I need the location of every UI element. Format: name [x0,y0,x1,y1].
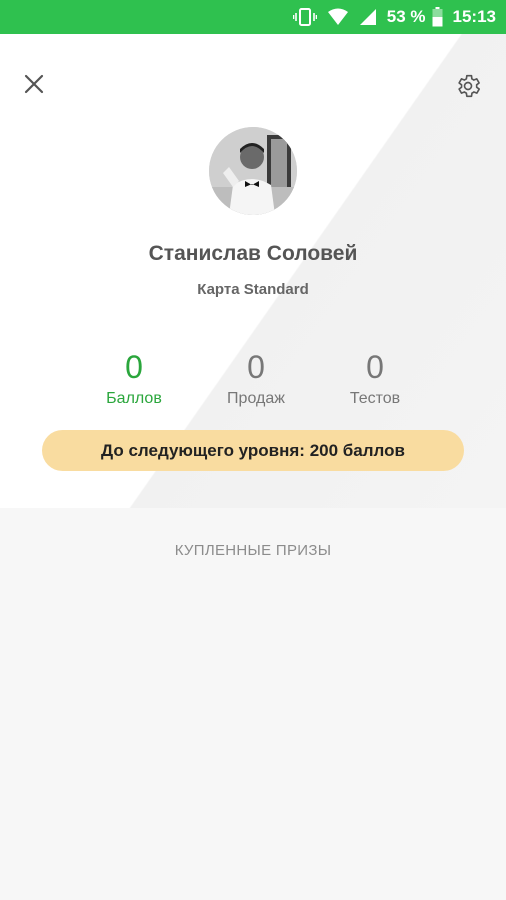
vibrate-icon [292,8,317,26]
stat-value: 0 [125,349,143,385]
card-type: Карта Standard [197,281,309,298]
stat-sales: 0 Продаж [196,348,316,408]
stat-label: Продаж [227,390,285,407]
stat-points: 0 Баллов [74,348,194,408]
avatar[interactable] [209,127,297,215]
close-icon [24,74,44,94]
gear-icon [458,74,481,98]
stat-label: Тестов [349,390,401,407]
clock: 15:13 [452,7,496,26]
stat-value: 0 [247,349,265,385]
profile-photo [209,127,297,215]
purchased-prizes-title: КУПЛЕННЫЕ ПРИЗЫ [174,542,332,559]
battery-percent: 53 % [386,7,426,26]
stat-tests: 0 Тестов [315,348,435,408]
stat-label: Баллов [106,390,162,407]
user-name: Станислав Соловей [148,242,358,265]
settings-button[interactable] [452,70,484,102]
signal-icon [359,8,377,26]
next-level-banner: До следующего уровня: 200 баллов [42,430,464,471]
close-button[interactable] [20,70,48,98]
status-bar: 53 % 15:13 [0,0,506,34]
battery-icon [432,7,443,27]
wifi-icon [327,8,349,26]
stat-value: 0 [366,349,384,385]
